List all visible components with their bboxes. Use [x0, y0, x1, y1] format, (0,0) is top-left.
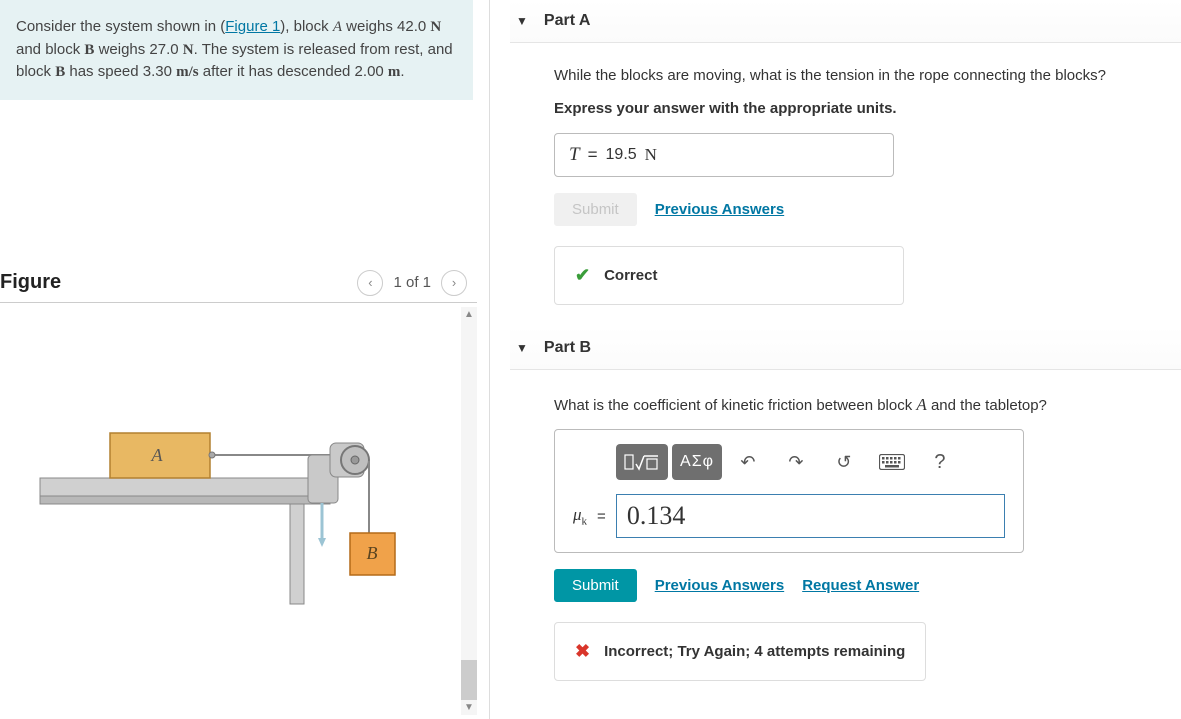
scroll-thumb[interactable] — [461, 660, 477, 700]
part-a-unit: N — [645, 145, 657, 165]
unit-n: N — [183, 42, 194, 58]
block-a-symbol: A — [916, 395, 926, 414]
part-b-buttons: Submit Previous Answers Request Answer — [554, 569, 1181, 602]
unit-ms: m/s — [176, 64, 199, 80]
problem-text: has speed 3.30 — [65, 63, 176, 80]
part-a-submit-button: Submit — [554, 193, 637, 226]
figure-body: A B ▲ ▼ — [0, 303, 477, 719]
figure-header: Figure ‹ 1 of 1 › — [0, 270, 477, 303]
part-b-toolbar: ΑΣφ ↶ ↷ ↺ ? — [573, 444, 1005, 480]
part-b-question-text: and the tabletop? — [927, 397, 1047, 414]
figure-diagram: A B — [30, 383, 430, 623]
part-b-feedback: ✖ Incorrect; Try Again; 4 attempts remai… — [554, 622, 926, 681]
caret-down-icon: ▼ — [516, 341, 528, 355]
cross-icon: ✖ — [575, 641, 590, 662]
part-b-input-tool: ΑΣφ ↶ ↷ ↺ ? μk = — [554, 429, 1024, 553]
left-column: Consider the system shown in (Figure 1),… — [0, 0, 490, 719]
equals-sign: = — [597, 508, 606, 525]
part-b-input-row: μk = — [573, 494, 1005, 538]
keyboard-button[interactable] — [870, 444, 914, 480]
undo-button[interactable]: ↶ — [726, 444, 770, 480]
part-a-header[interactable]: ▼ Part A — [510, 0, 1181, 43]
part-a-title: Part A — [544, 12, 591, 30]
part-b-request-answer-link[interactable]: Request Answer — [802, 577, 919, 594]
block-a-label: A — [151, 445, 164, 465]
scroll-down-icon[interactable]: ▼ — [464, 700, 474, 715]
part-a-variable: T — [569, 144, 580, 166]
problem-text: . — [400, 63, 404, 80]
part-b-question-text: What is the coefficient of kinetic frict… — [554, 397, 916, 414]
reset-button[interactable]: ↺ — [822, 444, 866, 480]
part-b-value-input[interactable] — [616, 494, 1005, 538]
figure-scrollbar[interactable]: ▲ ▼ — [461, 307, 477, 716]
figure-link[interactable]: Figure 1 — [225, 18, 280, 35]
figure-next-button[interactable]: › — [441, 270, 467, 296]
part-b-feedback-text: Incorrect; Try Again; 4 attempts remaini… — [604, 643, 905, 660]
part-b-question: What is the coefficient of kinetic frict… — [554, 392, 1181, 418]
part-a-answer-box: T = 19.5 N — [554, 133, 894, 177]
part-a-buttons: Submit Previous Answers — [554, 193, 1181, 226]
block-b-label: B — [367, 543, 378, 563]
unit-m: m — [388, 64, 401, 80]
figure-pager: ‹ 1 of 1 › — [357, 270, 467, 296]
problem-statement: Consider the system shown in (Figure 1),… — [0, 0, 473, 100]
block-b-symbol: B — [55, 64, 65, 80]
equals-sign: = — [588, 145, 598, 165]
caret-down-icon: ▼ — [516, 14, 528, 28]
figure-title: Figure — [0, 271, 61, 294]
right-column: ▼ Part A While the blocks are moving, wh… — [490, 0, 1181, 719]
block-b-symbol: B — [84, 42, 94, 58]
scroll-up-icon[interactable]: ▲ — [464, 307, 474, 322]
part-b-submit-button[interactable]: Submit — [554, 569, 637, 602]
check-icon: ✔ — [575, 265, 590, 286]
part-b-previous-answers-link[interactable]: Previous Answers — [655, 577, 785, 594]
unit-n: N — [430, 19, 441, 35]
greek-tool-button[interactable]: ΑΣφ — [672, 444, 722, 480]
redo-button[interactable]: ↷ — [774, 444, 818, 480]
block-a-symbol: A — [333, 19, 342, 35]
part-a-value: 19.5 — [606, 146, 637, 164]
problem-text: weighs 27.0 — [94, 41, 182, 58]
part-a-previous-answers-link[interactable]: Previous Answers — [655, 201, 785, 218]
figure-prev-button[interactable]: ‹ — [357, 270, 383, 296]
problem-text: ), block — [280, 18, 333, 35]
part-a-instruction: Express your answer with the appropriate… — [554, 100, 1181, 117]
figure-page-label: 1 of 1 — [393, 274, 431, 291]
part-b-body: What is the coefficient of kinetic frict… — [510, 370, 1181, 704]
part-a-question: While the blocks are moving, what is the… — [554, 65, 1181, 88]
problem-text: weighs 42.0 — [342, 18, 430, 35]
template-tool-button[interactable] — [616, 444, 668, 480]
part-a-feedback: ✔ Correct — [554, 246, 904, 305]
part-a-feedback-text: Correct — [604, 267, 657, 284]
part-b-variable: μk — [573, 505, 587, 527]
problem-text: and block — [16, 41, 84, 58]
problem-text: after it has descended 2.00 — [199, 63, 388, 80]
part-a-body: While the blocks are moving, what is the… — [510, 43, 1181, 327]
problem-text: Consider the system shown in ( — [16, 18, 225, 35]
part-b-title: Part B — [544, 339, 591, 357]
part-b-header[interactable]: ▼ Part B — [510, 327, 1181, 370]
help-button[interactable]: ? — [918, 444, 962, 480]
